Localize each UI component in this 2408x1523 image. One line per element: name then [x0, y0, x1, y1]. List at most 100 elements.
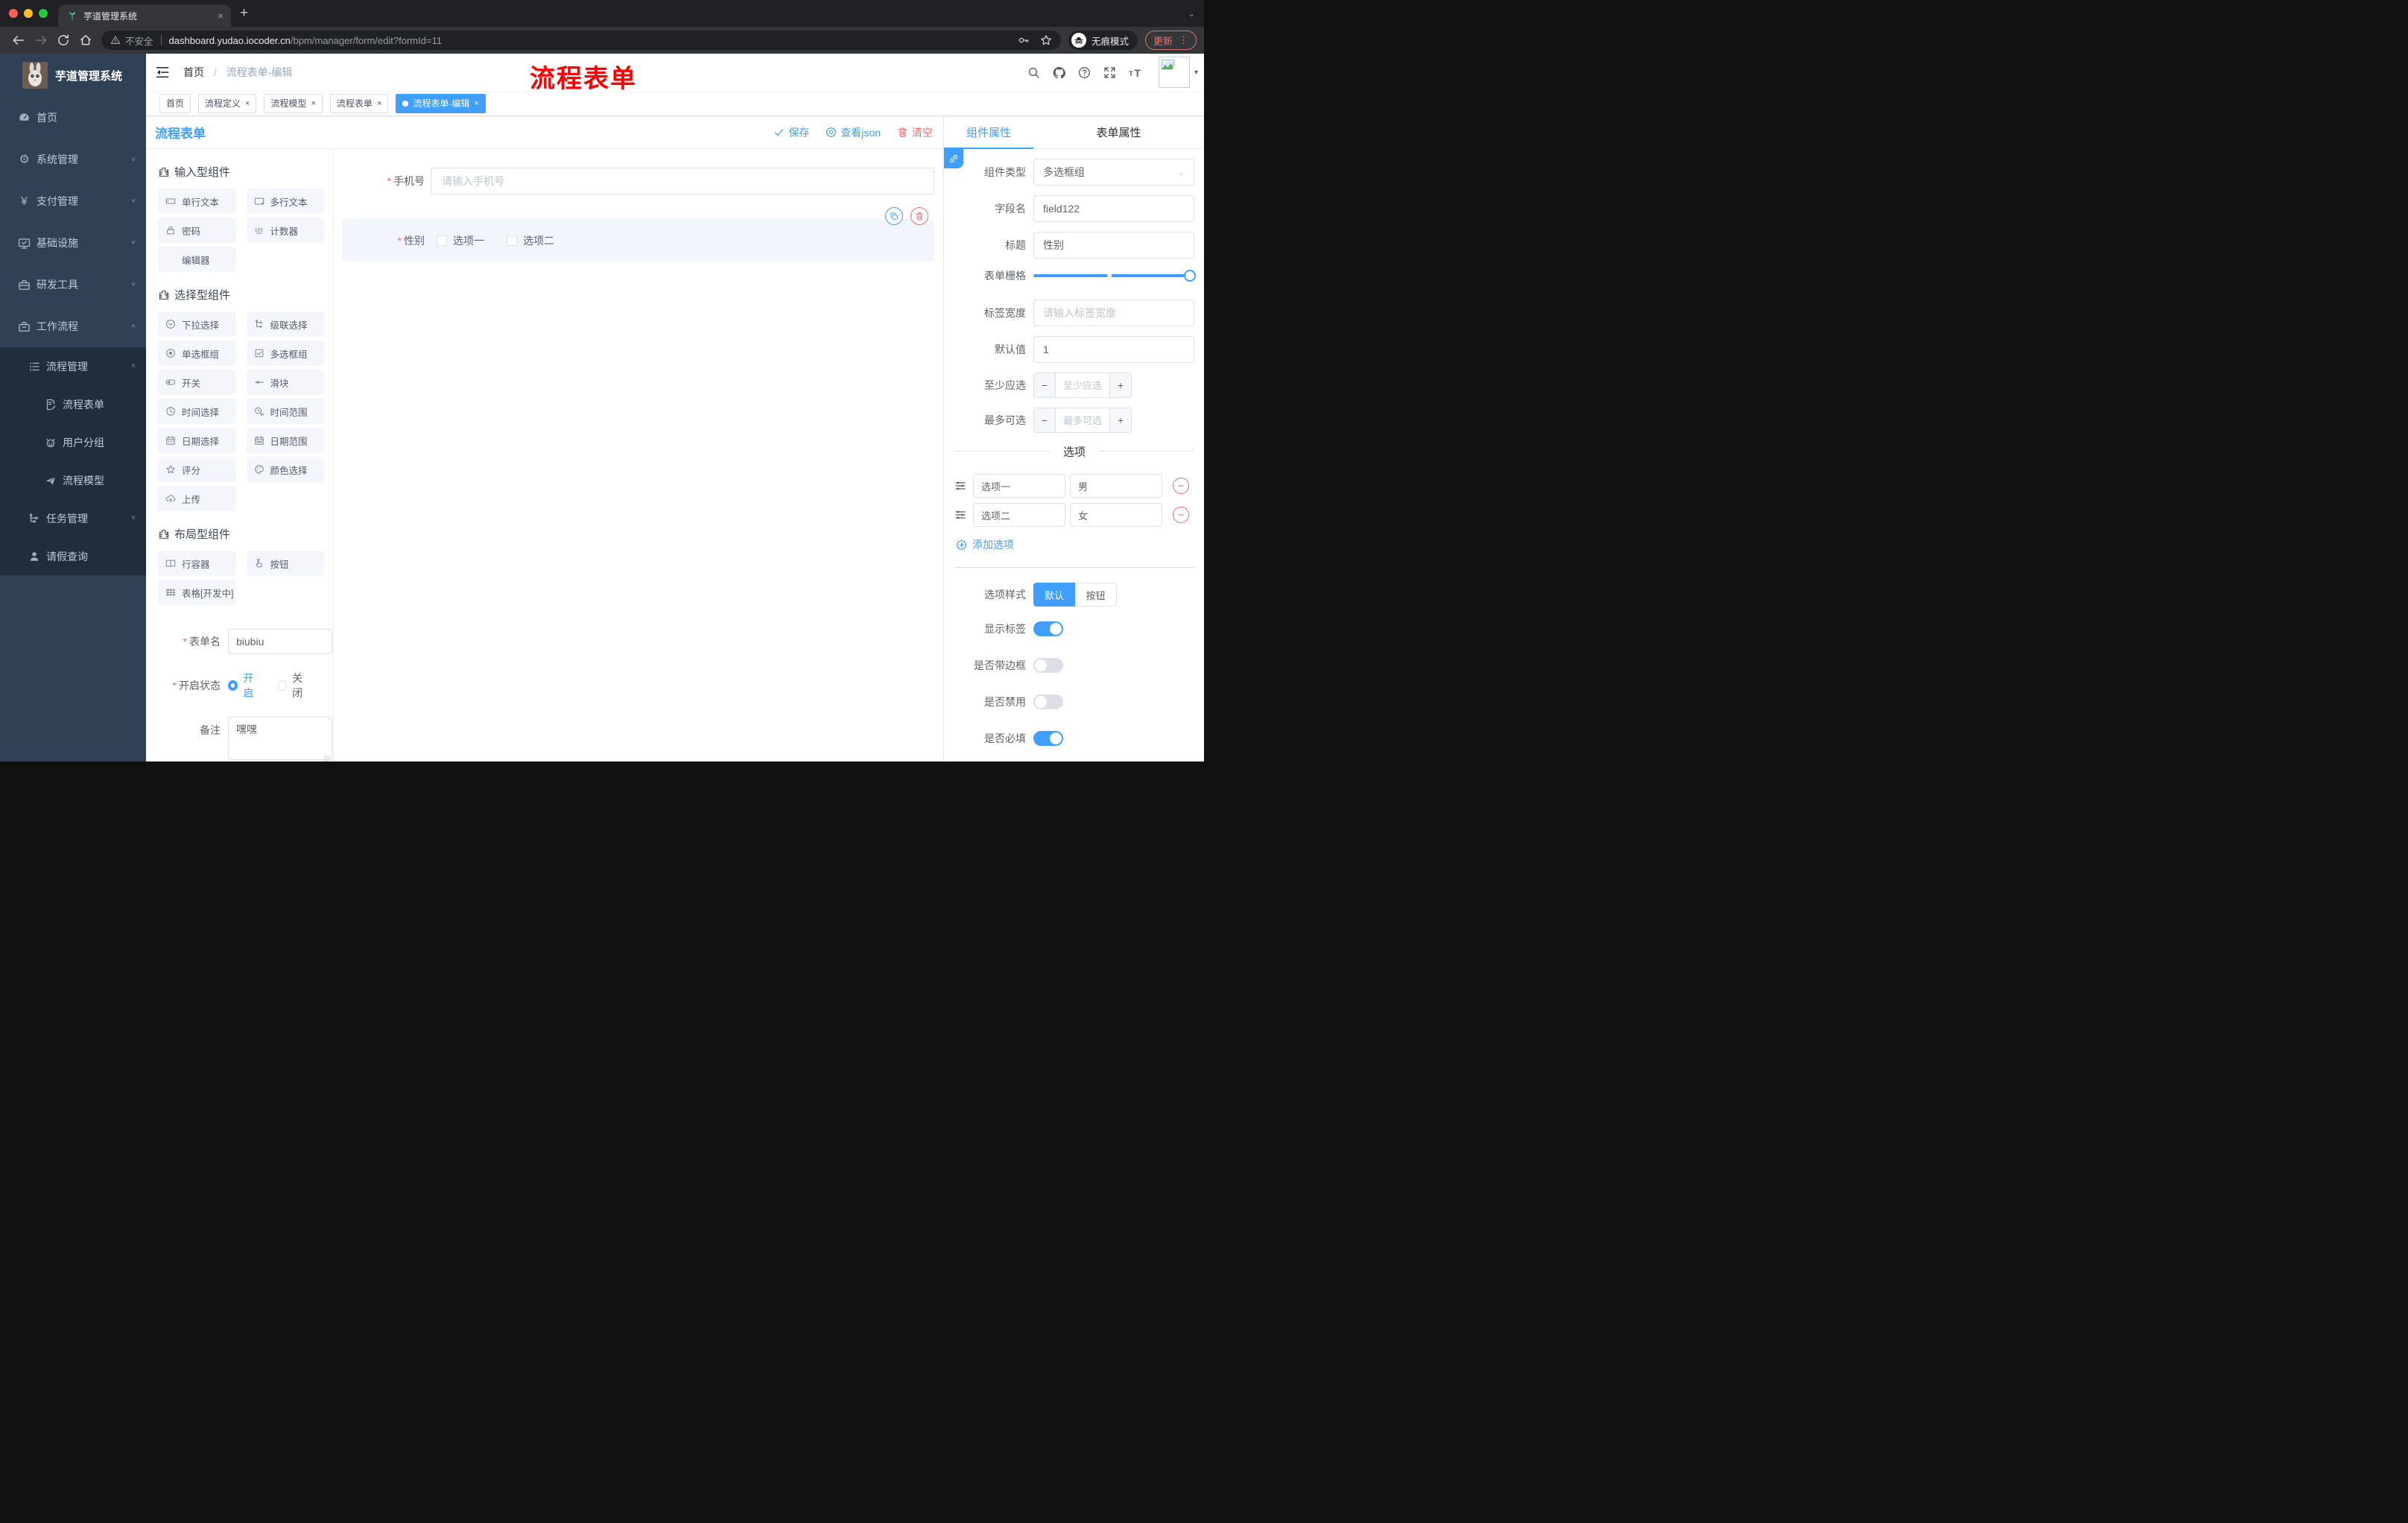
min-select-input[interactable]: [1055, 373, 1110, 397]
sidebar-logo[interactable]: 芋道管理系统: [0, 54, 146, 97]
stepper-increase-button[interactable]: +: [1110, 408, 1131, 432]
font-size-icon[interactable]: TT: [1129, 66, 1141, 79]
status-radio-off[interactable]: 关闭: [277, 671, 311, 700]
palette-item-radio-group[interactable]: 单选框组: [158, 341, 236, 366]
palette-item-button[interactable]: 按钮: [246, 551, 324, 576]
drag-option-icon[interactable]: [954, 480, 966, 492]
tag-process-form-edit[interactable]: 流程表单-编辑 ×: [396, 93, 486, 113]
remove-option1-button[interactable]: [1173, 478, 1189, 494]
tag-home[interactable]: 首页: [159, 93, 191, 113]
avatar-caret-icon[interactable]: ▾: [1194, 69, 1198, 77]
palette-item-checkbox-group[interactable]: 多选框组: [246, 341, 324, 366]
drawing-board[interactable]: *手机号 *性别 选项一 选项二: [334, 149, 943, 762]
grid-slider[interactable]: [1033, 270, 1196, 282]
remove-option2-button[interactable]: [1173, 507, 1189, 523]
sidebar-item-leave-query[interactable]: 请假查询: [0, 537, 146, 575]
with-border-toggle[interactable]: [1033, 658, 1063, 673]
title-input[interactable]: [1033, 232, 1194, 259]
palette-item-row-container[interactable]: 行容器: [158, 551, 236, 576]
view-json-button[interactable]: 查看json: [826, 125, 881, 140]
phone-input[interactable]: [431, 168, 934, 194]
slider-handle[interactable]: [1184, 270, 1196, 282]
window-close-button[interactable]: [9, 9, 18, 18]
delete-component-button[interactable]: [910, 207, 928, 225]
new-tab-button[interactable]: +: [240, 5, 248, 22]
github-icon[interactable]: [1053, 66, 1065, 79]
max-select-input[interactable]: [1055, 408, 1110, 432]
breadcrumb-home[interactable]: 首页: [183, 66, 204, 78]
style-button-button[interactable]: 按钮: [1075, 583, 1118, 607]
option1-value-input[interactable]: [1070, 474, 1162, 498]
browser-tab[interactable]: 芋道管理系统 ×: [58, 4, 231, 27]
checkbox-box[interactable]: [437, 235, 447, 246]
stepper-increase-button[interactable]: +: [1110, 373, 1131, 397]
palette-item-time-range[interactable]: 时间范围: [246, 399, 324, 424]
stepper-decrease-button[interactable]: −: [1034, 373, 1055, 397]
gender-checkbox-option1[interactable]: 选项一: [437, 233, 484, 248]
sidebar-item-infra[interactable]: 基础设施 ˅: [0, 222, 146, 264]
slider-track[interactable]: [1033, 274, 1194, 277]
palette-item-table[interactable]: 表格[开发中]: [158, 580, 236, 605]
sidebar-item-workflow[interactable]: 工作流程 ˄: [0, 305, 146, 347]
palette-item-counter[interactable]: 123 计数器: [246, 218, 324, 243]
canvas-field-phone[interactable]: * 手机号: [343, 168, 934, 194]
home-icon[interactable]: [79, 34, 92, 47]
avatar[interactable]: [1158, 57, 1190, 88]
canvas-field-gender-selected[interactable]: * 性别 选项一 选项二: [343, 207, 934, 262]
help-icon[interactable]: [1078, 66, 1091, 79]
required-toggle[interactable]: [1033, 731, 1063, 746]
tag-process-form[interactable]: 流程表单 ×: [329, 93, 389, 113]
tag-close-icon[interactable]: ×: [311, 99, 315, 108]
tag-close-icon[interactable]: ×: [377, 99, 381, 108]
tag-process-definition[interactable]: 流程定义 ×: [198, 93, 257, 113]
sidebar-item-system[interactable]: ⚙ 系统管理 ˅: [0, 139, 146, 180]
status-radio-on[interactable]: 开启: [228, 671, 262, 700]
option1-label-input[interactable]: [973, 474, 1065, 498]
sidebar-item-process-form[interactable]: 流程表单: [0, 385, 146, 423]
palette-item-date-range[interactable]: 日期范围: [246, 428, 324, 453]
palette-item-single-text[interactable]: 单行文本: [158, 189, 236, 214]
palette-item-rate[interactable]: 评分: [158, 457, 236, 482]
security-label[interactable]: 不安全: [125, 34, 153, 48]
disabled-toggle[interactable]: [1033, 694, 1063, 709]
form-remark-textarea[interactable]: 嘿嘿: [228, 717, 332, 760]
tag-close-icon[interactable]: ×: [474, 99, 478, 108]
palette-item-color-picker[interactable]: 颜色选择: [246, 457, 324, 482]
tag-process-model[interactable]: 流程模型 ×: [264, 93, 323, 113]
reload-icon[interactable]: [57, 34, 70, 47]
show-label-toggle[interactable]: [1033, 621, 1063, 636]
sidebar-item-task-mgmt[interactable]: 任务管理 ˅: [0, 499, 146, 537]
stepper-decrease-button[interactable]: −: [1034, 408, 1055, 432]
palette-item-password[interactable]: 密码: [158, 218, 236, 243]
browser-menu-kebab-icon[interactable]: ⋮: [1179, 34, 1188, 46]
gender-checkbox-option2[interactable]: 选项二: [507, 233, 554, 248]
palette-item-select[interactable]: 下拉选择: [158, 311, 236, 337]
form-name-input[interactable]: [228, 629, 332, 654]
field-name-input[interactable]: [1033, 195, 1194, 222]
tab-form-props[interactable]: 表单属性: [1033, 116, 1204, 148]
sidebar-item-process-mgmt[interactable]: 流程管理 ˄: [0, 347, 146, 385]
label-width-input[interactable]: [1033, 300, 1194, 326]
address-bar[interactable]: 不安全 dashboard.yudao.iocoder.cn /bpm/mana…: [101, 31, 1061, 50]
clear-button[interactable]: 清空: [897, 125, 933, 140]
back-icon[interactable]: [12, 34, 25, 47]
sidebar-item-home[interactable]: 首页: [0, 97, 146, 139]
fullscreen-icon[interactable]: [1103, 66, 1116, 79]
password-key-icon[interactable]: [1018, 34, 1030, 46]
chrome-update-button[interactable]: 更新 ⋮: [1144, 31, 1197, 50]
save-button[interactable]: 保存: [773, 125, 809, 140]
palette-item-cascader[interactable]: 级联选择: [246, 311, 324, 337]
window-zoom-button[interactable]: [39, 9, 48, 18]
sidebar-item-devtools[interactable]: 研发工具 ˅: [0, 264, 146, 305]
palette-item-editor[interactable]: 编辑器: [158, 247, 236, 272]
style-default-button[interactable]: 默认: [1033, 583, 1076, 607]
tag-close-icon[interactable]: ×: [245, 99, 250, 108]
sidebar-collapse-icon[interactable]: [155, 65, 170, 80]
window-minimize-button[interactable]: [24, 9, 33, 18]
forward-icon[interactable]: [34, 34, 48, 47]
option2-label-input[interactable]: [973, 503, 1065, 527]
drag-option-icon[interactable]: [954, 509, 966, 521]
sidebar-item-user-group[interactable]: 用户分组: [0, 423, 146, 461]
sidebar-item-payment[interactable]: ¥ 支付管理 ˅: [0, 180, 146, 222]
tab-close-icon[interactable]: ×: [218, 10, 224, 22]
